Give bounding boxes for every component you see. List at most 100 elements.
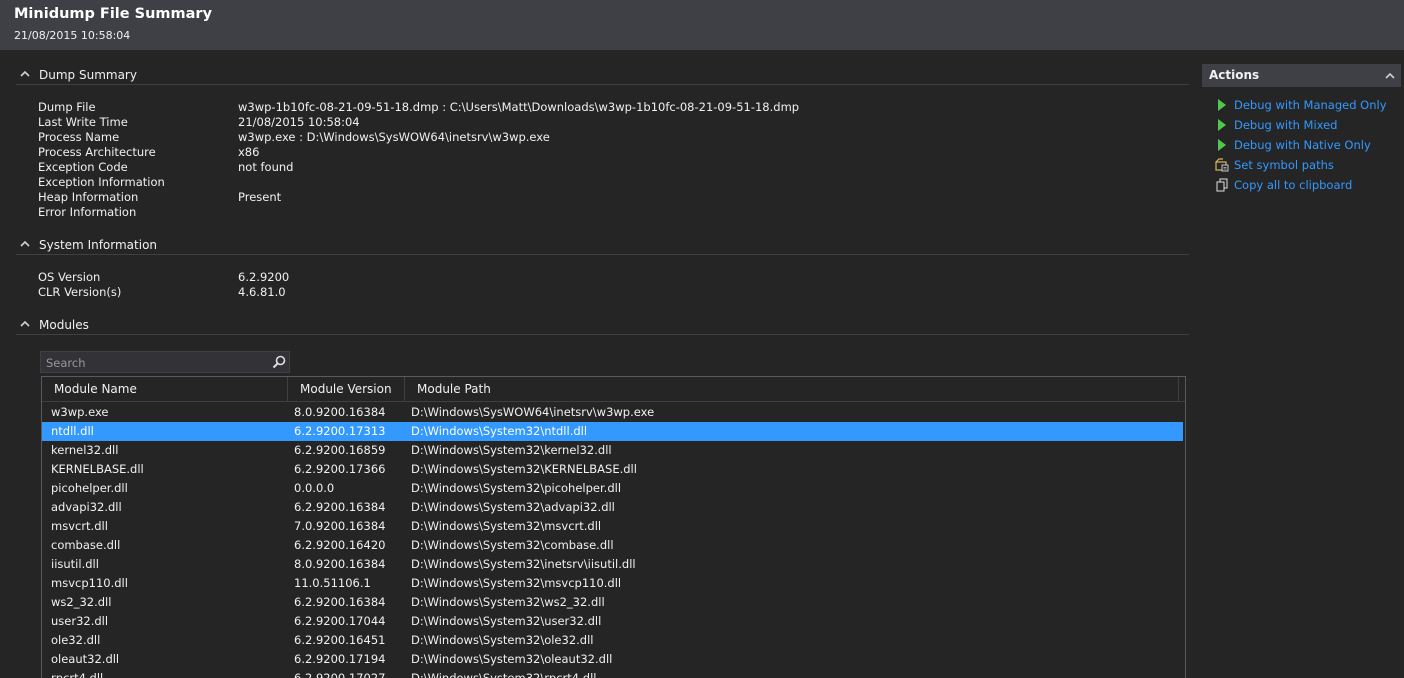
- kv-value: not found: [238, 160, 294, 174]
- kv-row: Exception Information: [38, 175, 1178, 190]
- search-icon[interactable]: [271, 354, 287, 370]
- module-version-cell: 6.2.9200.17313: [294, 424, 386, 438]
- symbol-settings-icon: [1215, 158, 1229, 172]
- page-date: 21/08/2015 10:58:04: [14, 29, 131, 42]
- module-path-cell: D:\Windows\System32\msvcrt.dll: [411, 519, 602, 533]
- play-icon: [1218, 119, 1226, 131]
- kv-key: Dump File: [38, 100, 96, 114]
- chevron-up-icon[interactable]: [20, 319, 30, 329]
- actions-panel: Actions Debug with Managed Only Debug wi…: [1202, 64, 1401, 196]
- kv-value: x86: [238, 145, 260, 159]
- table-row[interactable]: KERNELBASE.dll 6.2.9200.17366 D:\Windows\S…: [42, 460, 1185, 479]
- module-name-cell: picohelper.dll: [51, 481, 128, 495]
- section-title: Dump Summary: [39, 68, 137, 82]
- chevron-up-icon[interactable]: [20, 239, 30, 249]
- column-header-module-version[interactable]: Module Version: [288, 377, 405, 402]
- module-version-cell: 6.2.9200.16451: [294, 633, 386, 647]
- kv-key: Exception Information: [38, 175, 165, 189]
- kv-row: Exception Code not found: [38, 160, 1178, 175]
- table-row[interactable]: picohelper.dll 0.0.0.0 D:\Windows\System32…: [42, 479, 1185, 498]
- module-name-cell: kernel32.dll: [51, 443, 119, 457]
- actions-title: Actions: [1209, 68, 1260, 82]
- module-path-cell: D:\Windows\System32\picohelper.dll: [411, 481, 622, 495]
- table-body: w3wp.exe 8.0.9200.16384 D:\Windows\SysWOW6…: [42, 403, 1185, 678]
- module-name-cell: combase.dll: [51, 538, 121, 552]
- kv-value: w3wp.exe : D:\Windows\SysWOW64\inetsrv\w…: [238, 130, 550, 144]
- kv-key: CLR Version(s): [38, 285, 122, 299]
- module-version-cell: 6.2.9200.16384: [294, 500, 386, 514]
- main-content: Dump Summary Dump File w3wp-1b10fc-08-21-…: [16, 50, 1190, 678]
- kv-row: Process Architecture x86: [38, 145, 1178, 160]
- play-icon: [1218, 99, 1226, 111]
- table-row[interactable]: ws2_32.dll 6.2.9200.16384 D:\Windows\Syste…: [42, 593, 1185, 612]
- kv-key: Heap Information: [38, 190, 139, 204]
- system-info-header[interactable]: System Information: [16, 235, 1189, 255]
- module-path-cell: D:\Windows\System32\KERNELBASE.dll: [411, 462, 637, 476]
- table-row[interactable]: combase.dll 6.2.9200.16420 D:\Windows\Syst…: [42, 536, 1185, 555]
- table-row[interactable]: msvcrt.dll 7.0.9200.16384 D:\Windows\Syste…: [42, 517, 1185, 536]
- kv-row: Dump File w3wp-1b10fc-08-21-09-51-18.dmp …: [38, 100, 1178, 115]
- module-version-cell: 6.2.9200.17027: [294, 671, 386, 678]
- debug-managed-only-link[interactable]: Debug with Managed Only: [1202, 96, 1401, 116]
- module-path-cell: D:\Windows\System32\kernel32.dll: [411, 443, 612, 457]
- table-row[interactable]: msvcp110.dll 11.0.51106.1 D:\Windows\Syste…: [42, 574, 1185, 593]
- column-header-module-name[interactable]: Module Name: [42, 377, 288, 402]
- module-version-cell: 6.2.9200.16859: [294, 443, 386, 457]
- kv-row: CLR Version(s) 4.6.81.0: [38, 285, 1178, 300]
- module-name-cell: ole32.dll: [51, 633, 101, 647]
- kv-value: 6.2.9200: [238, 270, 290, 284]
- module-name-cell: msvcp110.dll: [51, 576, 128, 590]
- chevron-up-icon[interactable]: [20, 69, 30, 79]
- module-name-cell: w3wp.exe: [51, 405, 109, 419]
- table-row[interactable]: kernel32.dll 6.2.9200.16859 D:\Windows\Sys…: [42, 441, 1185, 460]
- action-label: Set symbol paths: [1234, 158, 1334, 172]
- actions-list: Debug with Managed Only Debug with Mixed…: [1202, 87, 1401, 196]
- module-path-cell: D:\Windows\System32\combase.dll: [411, 538, 614, 552]
- actions-header[interactable]: Actions: [1202, 64, 1401, 87]
- module-path-cell: D:\Windows\System32\ws2_32.dll: [411, 595, 605, 609]
- table-row[interactable]: rpcrt4.dll 6.2.9200.17027 D:\Windows\Syste…: [42, 669, 1185, 678]
- section-title: System Information: [39, 238, 158, 252]
- table-row[interactable]: iisutil.dll 8.0.9200.16384 D:\Windows\Syst…: [42, 555, 1185, 574]
- kv-row: Heap Information Present: [38, 190, 1178, 205]
- module-name-cell: msvcrt.dll: [51, 519, 108, 533]
- column-header-module-path[interactable]: Module Path: [405, 377, 1179, 402]
- kv-value: w3wp-1b10fc-08-21-09-51-18.dmp : C:\User…: [238, 100, 800, 114]
- kv-value: 4.6.81.0: [238, 285, 286, 299]
- dump-summary-header[interactable]: Dump Summary: [16, 65, 1189, 85]
- module-name-cell: ws2_32.dll: [51, 595, 112, 609]
- module-version-cell: 8.0.9200.16384: [294, 557, 386, 571]
- table-row[interactable]: ntdll.dll 6.2.9200.17313 D:\Windows\System…: [42, 422, 1183, 441]
- kv-key: Process Architecture: [38, 145, 156, 159]
- module-version-cell: 6.2.9200.16384: [294, 595, 386, 609]
- debug-native-only-link[interactable]: Debug with Native Only: [1202, 136, 1401, 156]
- action-label: Debug with Mixed: [1234, 118, 1338, 132]
- table-row[interactable]: user32.dll 6.2.9200.17044 D:\Windows\Syste…: [42, 612, 1185, 631]
- module-version-cell: 6.2.9200.17044: [294, 614, 386, 628]
- module-name-cell: rpcrt4.dll: [51, 671, 104, 678]
- table-row[interactable]: oleaut32.dll 6.2.9200.17194 D:\Windows\Sys…: [42, 650, 1185, 669]
- module-version-cell: 7.0.9200.16384: [294, 519, 386, 533]
- module-name-cell: user32.dll: [51, 614, 109, 628]
- search-input[interactable]: Search: [40, 351, 290, 373]
- kv-key: Exception Code: [38, 160, 128, 174]
- kv-value: 21/08/2015 10:58:04: [238, 115, 360, 129]
- set-symbol-paths-link[interactable]: Set symbol paths: [1202, 156, 1401, 176]
- copy-all-to-clipboard-link[interactable]: Copy all to clipboard: [1202, 176, 1401, 196]
- page-header: Minidump File Summary 21/08/2015 10:58:0…: [0, 0, 1404, 50]
- modules-header[interactable]: Modules: [16, 315, 1189, 335]
- table-row[interactable]: advapi32.dll 6.2.9200.16384 D:\Windows\Sys…: [42, 498, 1185, 517]
- module-version-cell: 6.2.9200.17366: [294, 462, 386, 476]
- chevron-up-icon[interactable]: [1385, 71, 1395, 81]
- debug-mixed-link[interactable]: Debug with Mixed: [1202, 116, 1401, 136]
- table-row[interactable]: ole32.dll 6.2.9200.16451 D:\Windows\System…: [42, 631, 1185, 650]
- module-version-cell: 6.2.9200.17194: [294, 652, 386, 666]
- table-row[interactable]: w3wp.exe 8.0.9200.16384 D:\Windows\SysWOW6…: [42, 403, 1185, 422]
- page-title: Minidump File Summary: [14, 6, 213, 22]
- module-name-cell: ntdll.dll: [51, 424, 94, 438]
- module-name-cell: oleaut32.dll: [51, 652, 120, 666]
- kv-key: Process Name: [38, 130, 120, 144]
- table-header: Module Name Module Version Module Path: [42, 377, 1185, 402]
- module-path-cell: D:\Windows\System32\user32.dll: [411, 614, 602, 628]
- module-version-cell: 6.2.9200.16420: [294, 538, 386, 552]
